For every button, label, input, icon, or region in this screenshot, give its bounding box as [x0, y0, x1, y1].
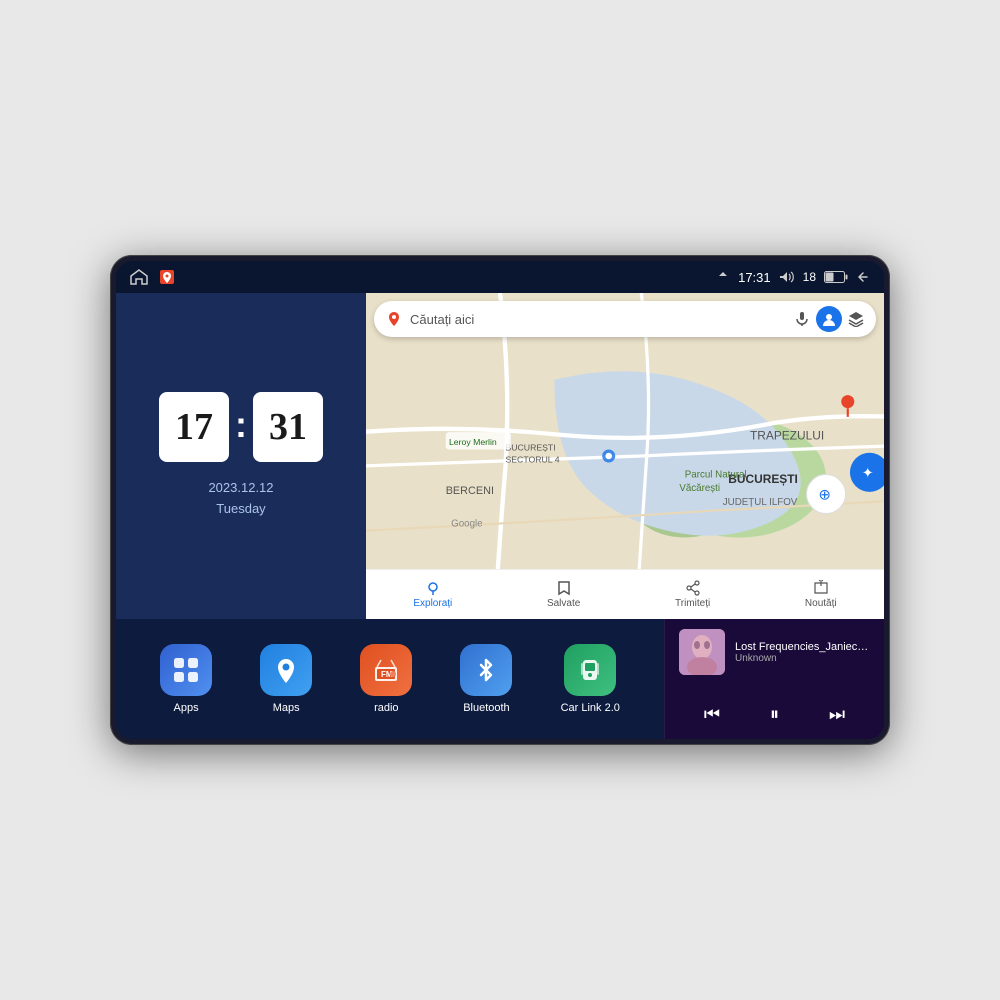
map-widget[interactable]: TRAPEZULUI BUCUREȘTI JUDEȚUL ILFOV BERCE…: [366, 293, 884, 619]
device-frame: 17:31 18: [110, 255, 890, 745]
mic-icon[interactable]: [794, 311, 810, 327]
status-bar: 17:31 18: [116, 261, 884, 293]
status-time: 17:31: [738, 270, 771, 285]
apps-label: Apps: [174, 702, 199, 714]
battery-icon: [824, 271, 848, 283]
map-pin-icon: [386, 311, 402, 327]
music-artist: Unknown: [735, 653, 870, 664]
clock-date: 2023.12.12 Tuesday: [208, 478, 273, 520]
maps-icon-image: [260, 644, 312, 696]
clock-colon: :: [235, 404, 247, 446]
app-icon-bluetooth[interactable]: Bluetooth: [460, 644, 512, 714]
apps-icon-image: [160, 644, 212, 696]
svg-text:Leroy Merlin: Leroy Merlin: [449, 437, 497, 447]
svg-text:Parcul Natural: Parcul Natural: [685, 470, 747, 481]
layers-icon[interactable]: [848, 311, 864, 327]
svg-text:SECTORUL 4: SECTORUL 4: [505, 455, 559, 465]
map-nav-news[interactable]: Noutăți: [805, 580, 837, 609]
map-nav-explore[interactable]: Explorați: [413, 580, 452, 609]
carlink-icon-image: [564, 644, 616, 696]
radio-label: radio: [374, 702, 398, 714]
svg-text:BERCENI: BERCENI: [446, 485, 494, 497]
radio-icon-image: FM: [360, 644, 412, 696]
music-text: Lost Frequencies_Janieck Devy-... Unknow…: [735, 641, 870, 664]
app-icons-area: Apps Maps: [116, 619, 664, 739]
next-button[interactable]: ⏭: [821, 700, 853, 729]
album-art: [679, 629, 725, 675]
prev-button[interactable]: ⏮: [696, 700, 728, 729]
maps-label: Maps: [273, 702, 300, 714]
app-icon-apps[interactable]: Apps: [160, 644, 212, 714]
carlink-label: Car Link 2.0: [561, 702, 620, 714]
play-pause-button[interactable]: ⏸: [762, 700, 787, 729]
top-section: 17 : 31 2023.12.12 Tuesday: [116, 293, 884, 619]
svg-text:✦: ✦: [862, 465, 874, 481]
svg-text:BUCUREȘTI: BUCUREȘTI: [505, 443, 555, 453]
svg-text:Văcărești: Văcărești: [679, 483, 720, 494]
svg-text:TRAPEZULUI: TRAPEZULUI: [750, 429, 824, 443]
clock-widget: 17 : 31 2023.12.12 Tuesday: [116, 293, 366, 619]
svg-text:JUDEȚUL ILFOV: JUDEȚUL ILFOV: [723, 497, 798, 508]
bottom-section: Apps Maps: [116, 619, 884, 739]
map-bottom-bar: Explorați Salvate: [366, 569, 884, 619]
back-icon[interactable]: [856, 270, 870, 284]
clock-minute: 31: [253, 392, 323, 462]
music-info: Lost Frequencies_Janieck Devy-... Unknow…: [679, 629, 870, 675]
map-search-text[interactable]: Căutați aici: [410, 312, 786, 327]
app-icon-carlink[interactable]: Car Link 2.0: [561, 644, 620, 714]
map-search-bar[interactable]: Căutați aici: [374, 301, 876, 337]
svg-text:Google: Google: [451, 519, 483, 530]
maps-status-icon[interactable]: [158, 268, 176, 286]
clock-hour: 17: [159, 392, 229, 462]
status-right-icons: 17:31 18: [716, 270, 870, 285]
music-player: Lost Frequencies_Janieck Devy-... Unknow…: [664, 619, 884, 739]
music-controls: ⏮ ⏸ ⏭: [679, 700, 870, 729]
signal-icon: [716, 270, 730, 284]
map-search-icons: [794, 306, 864, 332]
volume-icon: [779, 270, 795, 284]
svg-text:⊕: ⊕: [818, 486, 831, 503]
clock-display: 17 : 31: [159, 392, 323, 462]
device-screen: 17:31 18: [116, 261, 884, 739]
status-battery-num: 18: [803, 270, 816, 284]
user-avatar[interactable]: [816, 306, 842, 332]
map-nav-saved[interactable]: Salvate: [547, 580, 580, 609]
bluetooth-icon-image: [460, 644, 512, 696]
bluetooth-label: Bluetooth: [463, 702, 509, 714]
music-title: Lost Frequencies_Janieck Devy-...: [735, 641, 870, 653]
main-content: 17 : 31 2023.12.12 Tuesday: [116, 293, 884, 739]
status-left-icons: [130, 268, 176, 286]
app-icon-radio[interactable]: FM radio: [360, 644, 412, 714]
app-icon-maps[interactable]: Maps: [260, 644, 312, 714]
map-nav-share[interactable]: Trimiteți: [675, 580, 710, 609]
home-icon[interactable]: [130, 268, 148, 286]
